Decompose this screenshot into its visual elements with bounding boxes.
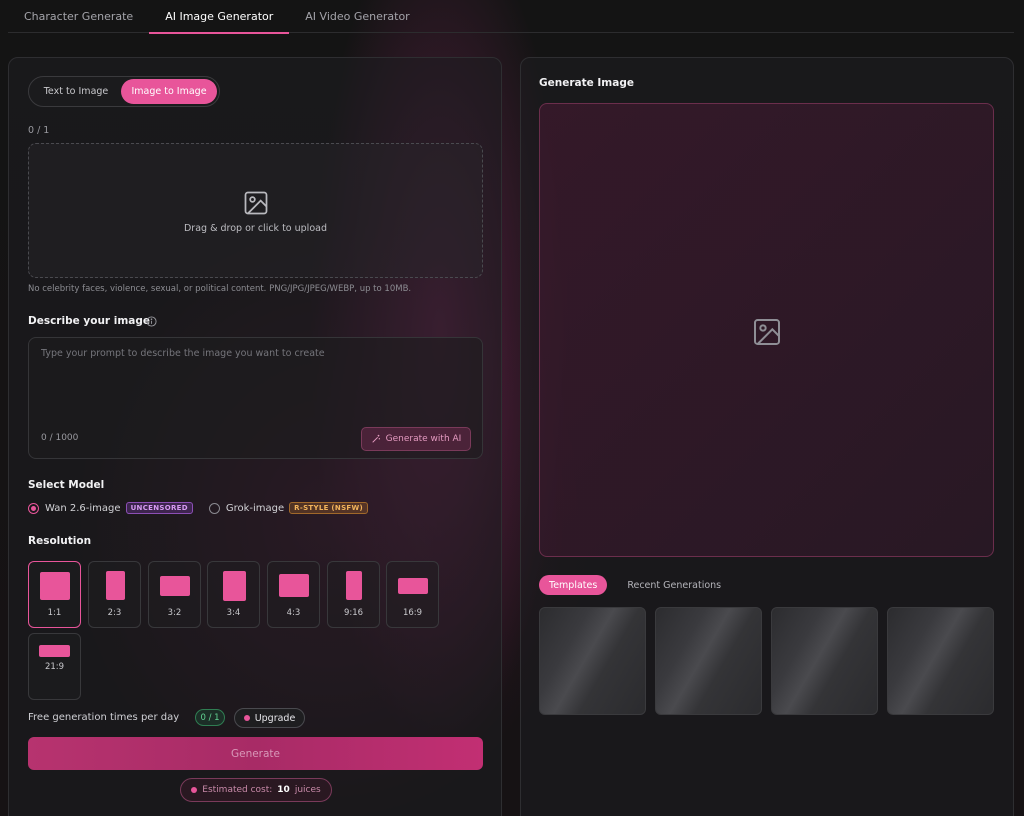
resolution-option-4-3[interactable]: 4:3 [267,561,320,628]
resolution-label-2-3: 2:3 [107,608,122,618]
resolution-label-3-4: 3:4 [226,608,241,618]
resolution-label-21-9: 21:9 [44,662,65,672]
model-radio-wan[interactable] [28,502,39,514]
tab-ai-image-generator[interactable]: AI Image Generator [149,0,290,34]
prompt-label: Describe your image [28,315,151,327]
resolution-label-3-2: 3:2 [167,608,182,618]
model-options: Wan 2.6-image UNCENSORED Grok-image R-ST… [28,502,369,514]
model-name-wan[interactable]: Wan 2.6-image [45,503,121,514]
preview-title: Generate Image [539,77,634,89]
resolution-option-1-1[interactable]: 1:1 [28,561,81,628]
gallery-tabs: Templates Recent Generations [539,575,731,595]
cost-amount: 10 [277,785,290,795]
text-to-image-button[interactable]: Text to Image [31,79,121,104]
nsfw-badge: R-STYLE (NSFW) [289,502,369,514]
ratio-shape [39,645,70,657]
info-icon[interactable] [146,316,157,327]
ratio-shape [398,578,428,594]
upgrade-label: Upgrade [254,712,296,724]
top-tabs: Character Generate AI Image Generator AI… [8,0,1014,34]
tab-recent-generations[interactable]: Recent Generations [617,575,731,595]
estimated-cost: Estimated cost: 10 juices [180,778,332,802]
resolution-label-9-16: 9:16 [343,608,364,618]
juice-dot-icon [191,787,198,793]
model-radio-grok[interactable] [208,502,220,514]
magic-wand-icon [371,434,380,443]
char-count: 0 / 1000 [41,433,79,443]
resolution-option-9-16[interactable]: 9:16 [327,561,380,628]
uncensored-badge: UNCENSORED [125,502,193,514]
resolution-option-21-9[interactable]: 21:9 [28,633,81,700]
ratio-shape [223,571,246,601]
prompt-input[interactable] [41,348,461,408]
template-tile[interactable] [771,607,878,715]
generate-with-ai-label: Generate with AI [385,434,462,444]
image-icon [244,191,268,215]
free-generation-count: 0 / 1 [195,709,225,726]
upload-hint: No celebrity faces, violence, sexual, or… [28,284,412,294]
resolution-label: Resolution [28,535,92,547]
resolution-label-4-3: 4:3 [286,608,301,618]
model-label: Select Model [28,479,105,491]
ratio-shape [160,576,190,596]
resolution-label-1-1: 1:1 [47,608,62,618]
mode-toggle: Text to Image Image to Image [28,76,220,107]
generate-with-ai-button[interactable]: Generate with AI [361,427,471,451]
ratio-shape [40,572,70,600]
ratio-shape [106,571,125,600]
tab-ai-video-generator[interactable]: AI Video Generator [289,0,425,33]
upgrade-button[interactable]: Upgrade [234,708,305,728]
template-tile[interactable] [539,607,646,715]
tab-templates[interactable]: Templates [539,575,608,595]
resolution-option-16-9[interactable]: 16:9 [386,561,439,628]
upload-instruction: Drag & drop or click to upload [183,223,327,234]
template-tile[interactable] [655,607,762,715]
resolution-option-3-4[interactable]: 3:4 [207,561,260,628]
resolution-label-16-9: 16:9 [402,608,423,618]
image-to-image-button[interactable]: Image to Image [121,79,217,104]
upgrade-dot-icon [243,715,250,721]
image-placeholder-icon [754,319,780,345]
template-tile[interactable] [887,607,994,715]
free-generation-label: Free generation times per day [28,712,180,723]
cost-unit: juices [294,785,321,795]
model-name-grok[interactable]: Grok-image [226,503,284,514]
upload-dropzone[interactable]: Drag & drop or click to upload [28,143,483,278]
upload-count: 0 / 1 [28,125,50,136]
resolution-option-3-2[interactable]: 3:2 [148,561,201,628]
ratio-shape [279,574,309,597]
prompt-box: 0 / 1000 Generate with AI [28,337,483,459]
ratio-shape [346,571,362,600]
preview-area [539,103,994,557]
tab-character-generate[interactable]: Character Generate [8,0,149,33]
generate-button[interactable]: Generate [28,737,483,770]
cost-prefix: Estimated cost: [202,785,273,795]
resolution-option-2-3[interactable]: 2:3 [88,561,141,628]
